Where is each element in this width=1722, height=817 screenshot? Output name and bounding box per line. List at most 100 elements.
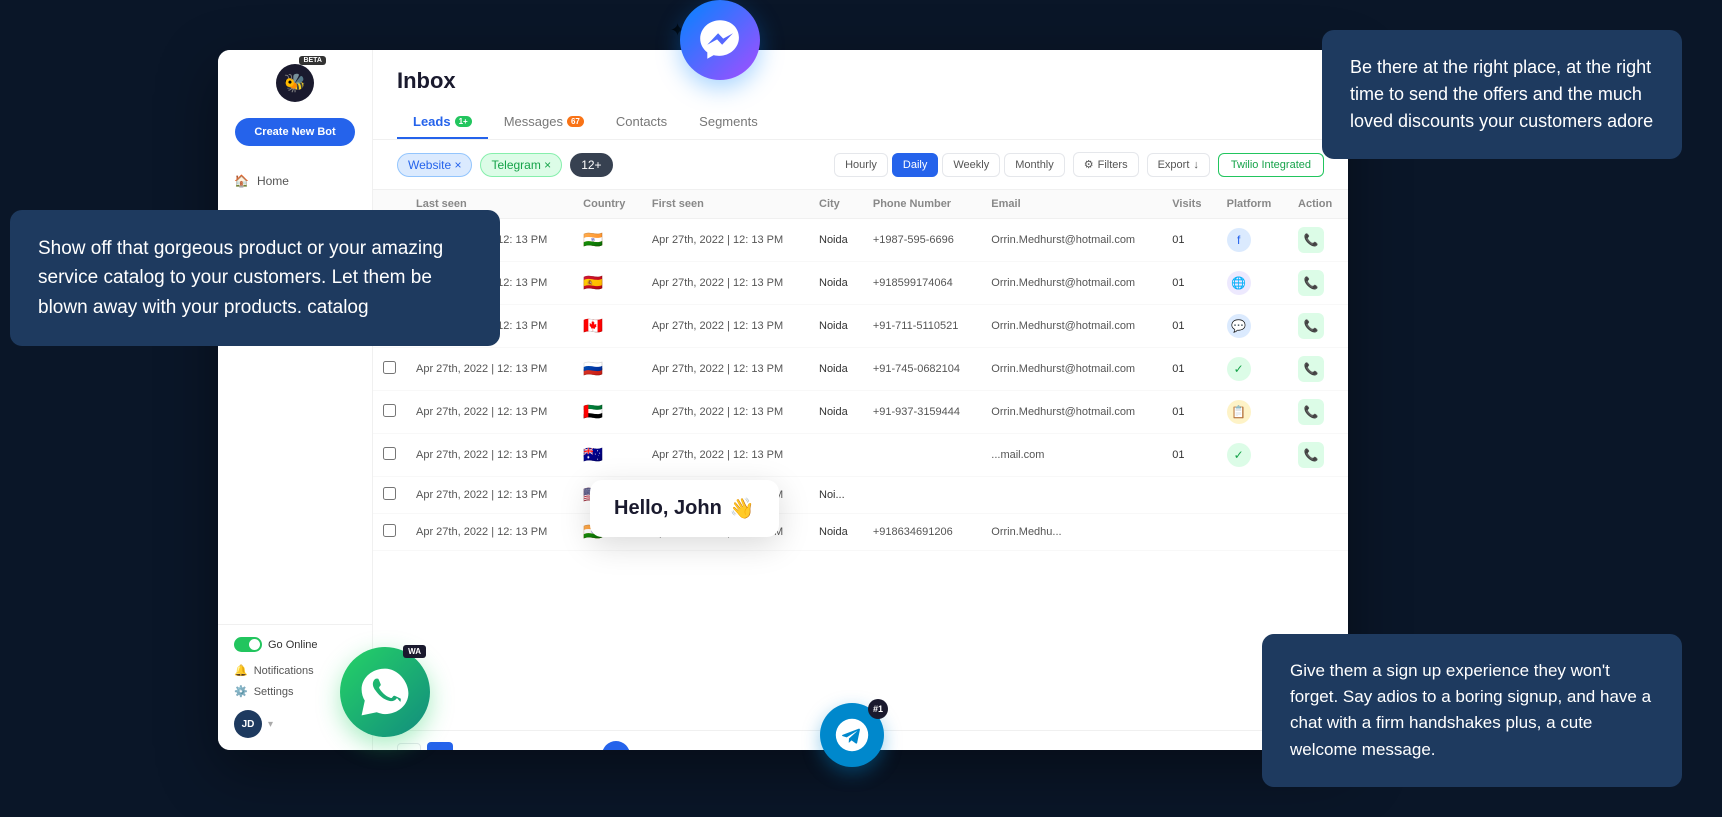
sidebar-logo: 🐝 BETA xyxy=(276,64,314,102)
twilio-button[interactable]: Twilio Integrated xyxy=(1218,153,1324,177)
monthly-button[interactable]: Monthly xyxy=(1004,153,1065,177)
first-seen-cell: Apr 27th, 2022 | 12: 13 PM xyxy=(642,262,809,305)
next-page-button[interactable]: › xyxy=(602,741,630,750)
row-checkbox[interactable] xyxy=(373,348,406,391)
phone-cell: +91-937-3159444 xyxy=(863,391,981,434)
tab-messages[interactable]: Messages 67 xyxy=(488,106,600,139)
visits-cell: 01 xyxy=(1162,305,1216,348)
visits-cell xyxy=(1162,514,1216,551)
email-cell xyxy=(981,477,1162,514)
main-content: Inbox Leads 1+ Messages 67 Contacts Segm… xyxy=(373,50,1348,750)
call-button[interactable]: 📞 xyxy=(1298,399,1324,425)
phone-cell: +918634691206 xyxy=(863,514,981,551)
settings-label: Settings xyxy=(254,686,294,698)
email-cell: Orrin.Medhurst@hotmail.com xyxy=(981,262,1162,305)
page-05[interactable]: 05 xyxy=(491,742,517,750)
city-cell: Noida xyxy=(809,514,863,551)
action-cell: 📞 xyxy=(1288,348,1348,391)
hello-popup: Hello, John 👋 xyxy=(590,480,779,537)
row-checkbox[interactable] xyxy=(373,477,406,514)
tab-leads[interactable]: Leads 1+ xyxy=(397,106,488,139)
table-row: Apr 27th, 2022 | 12: 13 PM 🇦🇺 Apr 27th, … xyxy=(373,434,1348,477)
tab-contacts[interactable]: Contacts xyxy=(600,106,683,139)
first-seen-cell: Apr 27th, 2022 | 12: 13 PM xyxy=(642,219,809,262)
phone-cell xyxy=(863,434,981,477)
table-row: Apr 27th, 2022 | 12: 13 PM 🇪🇸 Apr 27th, … xyxy=(373,262,1348,305)
call-button[interactable]: 📞 xyxy=(1298,442,1324,468)
time-buttons: Hourly Daily Weekly Monthly xyxy=(834,153,1065,177)
col-first-seen: First seen xyxy=(642,190,809,219)
city-cell xyxy=(809,434,863,477)
avatar-row: JD ▾ xyxy=(234,710,356,738)
platform-icon: ✓ xyxy=(1227,443,1251,467)
first-seen-cell: Apr 27th, 2022 | 12: 13 PM xyxy=(642,348,809,391)
call-button[interactable]: 📞 xyxy=(1298,270,1324,296)
row-checkbox[interactable] xyxy=(373,391,406,434)
page-dots: ... xyxy=(555,749,564,750)
city-cell: Noida xyxy=(809,348,863,391)
call-button[interactable]: 📞 xyxy=(1298,313,1324,339)
email-cell: Orrin.Medhurst@hotmail.com xyxy=(981,219,1162,262)
create-bot-button[interactable]: Create New Bot xyxy=(235,118,355,146)
email-cell: Orrin.Medhurst@hotmail.com xyxy=(981,305,1162,348)
last-seen-cell: Apr 27th, 2022 | 12: 13 PM xyxy=(406,514,573,551)
row-checkbox[interactable] xyxy=(373,434,406,477)
city-cell: Noida xyxy=(809,219,863,262)
weekly-button[interactable]: Weekly xyxy=(942,153,1000,177)
country-cell: 🇦🇺 xyxy=(573,434,642,477)
messenger-icon-overlay xyxy=(680,0,760,80)
call-button[interactable]: 📞 xyxy=(1298,356,1324,382)
page-06[interactable]: 06 xyxy=(523,742,549,750)
first-seen-cell: Apr 27th, 2022 | 12: 13 PM xyxy=(642,305,809,348)
inbox-title: Inbox xyxy=(397,68,1324,94)
prev-page-button[interactable]: ‹ xyxy=(397,743,421,750)
settings-item[interactable]: ⚙️ Settings xyxy=(234,681,356,702)
platform-icon: ✓ xyxy=(1227,357,1251,381)
filters-button[interactable]: ⚙ Filters xyxy=(1073,152,1139,177)
hello-text: Hello, John xyxy=(614,497,722,520)
tab-segments[interactable]: Segments xyxy=(683,106,774,139)
whatsapp-icon-overlay: WA xyxy=(340,647,430,737)
chip-website[interactable]: Website × xyxy=(397,153,472,177)
user-avatar[interactable]: JD xyxy=(234,710,262,738)
action-cell: 📞 xyxy=(1288,305,1348,348)
visits-cell: 01 xyxy=(1162,391,1216,434)
chip-telegram[interactable]: Telegram × xyxy=(480,153,562,177)
export-button[interactable]: Export ↓ xyxy=(1147,153,1210,177)
action-cell: 📞 xyxy=(1288,391,1348,434)
platform-cell: 📋 xyxy=(1217,391,1288,434)
table-row: Apr 27th, 2022 | 12: 13 PM 🇦🇪 Apr 27th, … xyxy=(373,391,1348,434)
col-visits: Visits xyxy=(1162,190,1216,219)
chip-more[interactable]: 12+ xyxy=(570,153,612,177)
table-row: Apr 27th, 2022 | 12: 13 PM 🇨🇦 Apr 27th, … xyxy=(373,305,1348,348)
phone-cell: +918599174064 xyxy=(863,262,981,305)
daily-button[interactable]: Daily xyxy=(892,153,938,177)
hourly-button[interactable]: Hourly xyxy=(834,153,888,177)
col-city: City xyxy=(809,190,863,219)
action-cell xyxy=(1288,477,1348,514)
avatar-chevron: ▾ xyxy=(268,719,273,730)
page-04[interactable]: 04 xyxy=(459,742,485,750)
row-checkbox[interactable] xyxy=(373,514,406,551)
platform-cell: ✓ xyxy=(1217,434,1288,477)
notifications-item[interactable]: 🔔 Notifications xyxy=(234,660,356,681)
platform-icon: 🌐 xyxy=(1227,271,1251,295)
call-button[interactable]: 📞 xyxy=(1298,227,1324,253)
country-cell: 🇮🇳 xyxy=(573,219,642,262)
telegram-icon-overlay: #1 xyxy=(820,703,884,767)
action-cell: 📞 xyxy=(1288,219,1348,262)
table-row: Apr 27th, 2022 | 12: 13 PM 🇺🇸 Apr 27th, … xyxy=(373,477,1348,514)
go-online-label: Go Online xyxy=(268,639,318,651)
page-10[interactable]: 10 xyxy=(570,742,596,750)
phone-cell xyxy=(863,477,981,514)
leads-badge: 1+ xyxy=(455,116,472,127)
table-row: Apr 27th, 2022 | 12: 13 PM 🇷🇺 Apr 27th, … xyxy=(373,348,1348,391)
sidebar-item-home[interactable]: 🏠 Home xyxy=(218,166,372,196)
filter-icon: ⚙ xyxy=(1084,158,1094,171)
go-online-toggle[interactable] xyxy=(234,637,262,652)
page-01[interactable]: 01 xyxy=(427,742,453,750)
bell-icon: 🔔 xyxy=(234,664,248,677)
platform-cell: 💬 xyxy=(1217,305,1288,348)
leads-table-wrapper: Last seen Country First seen City Phone … xyxy=(373,190,1348,730)
logo-icon: 🐝 BETA xyxy=(276,64,314,102)
